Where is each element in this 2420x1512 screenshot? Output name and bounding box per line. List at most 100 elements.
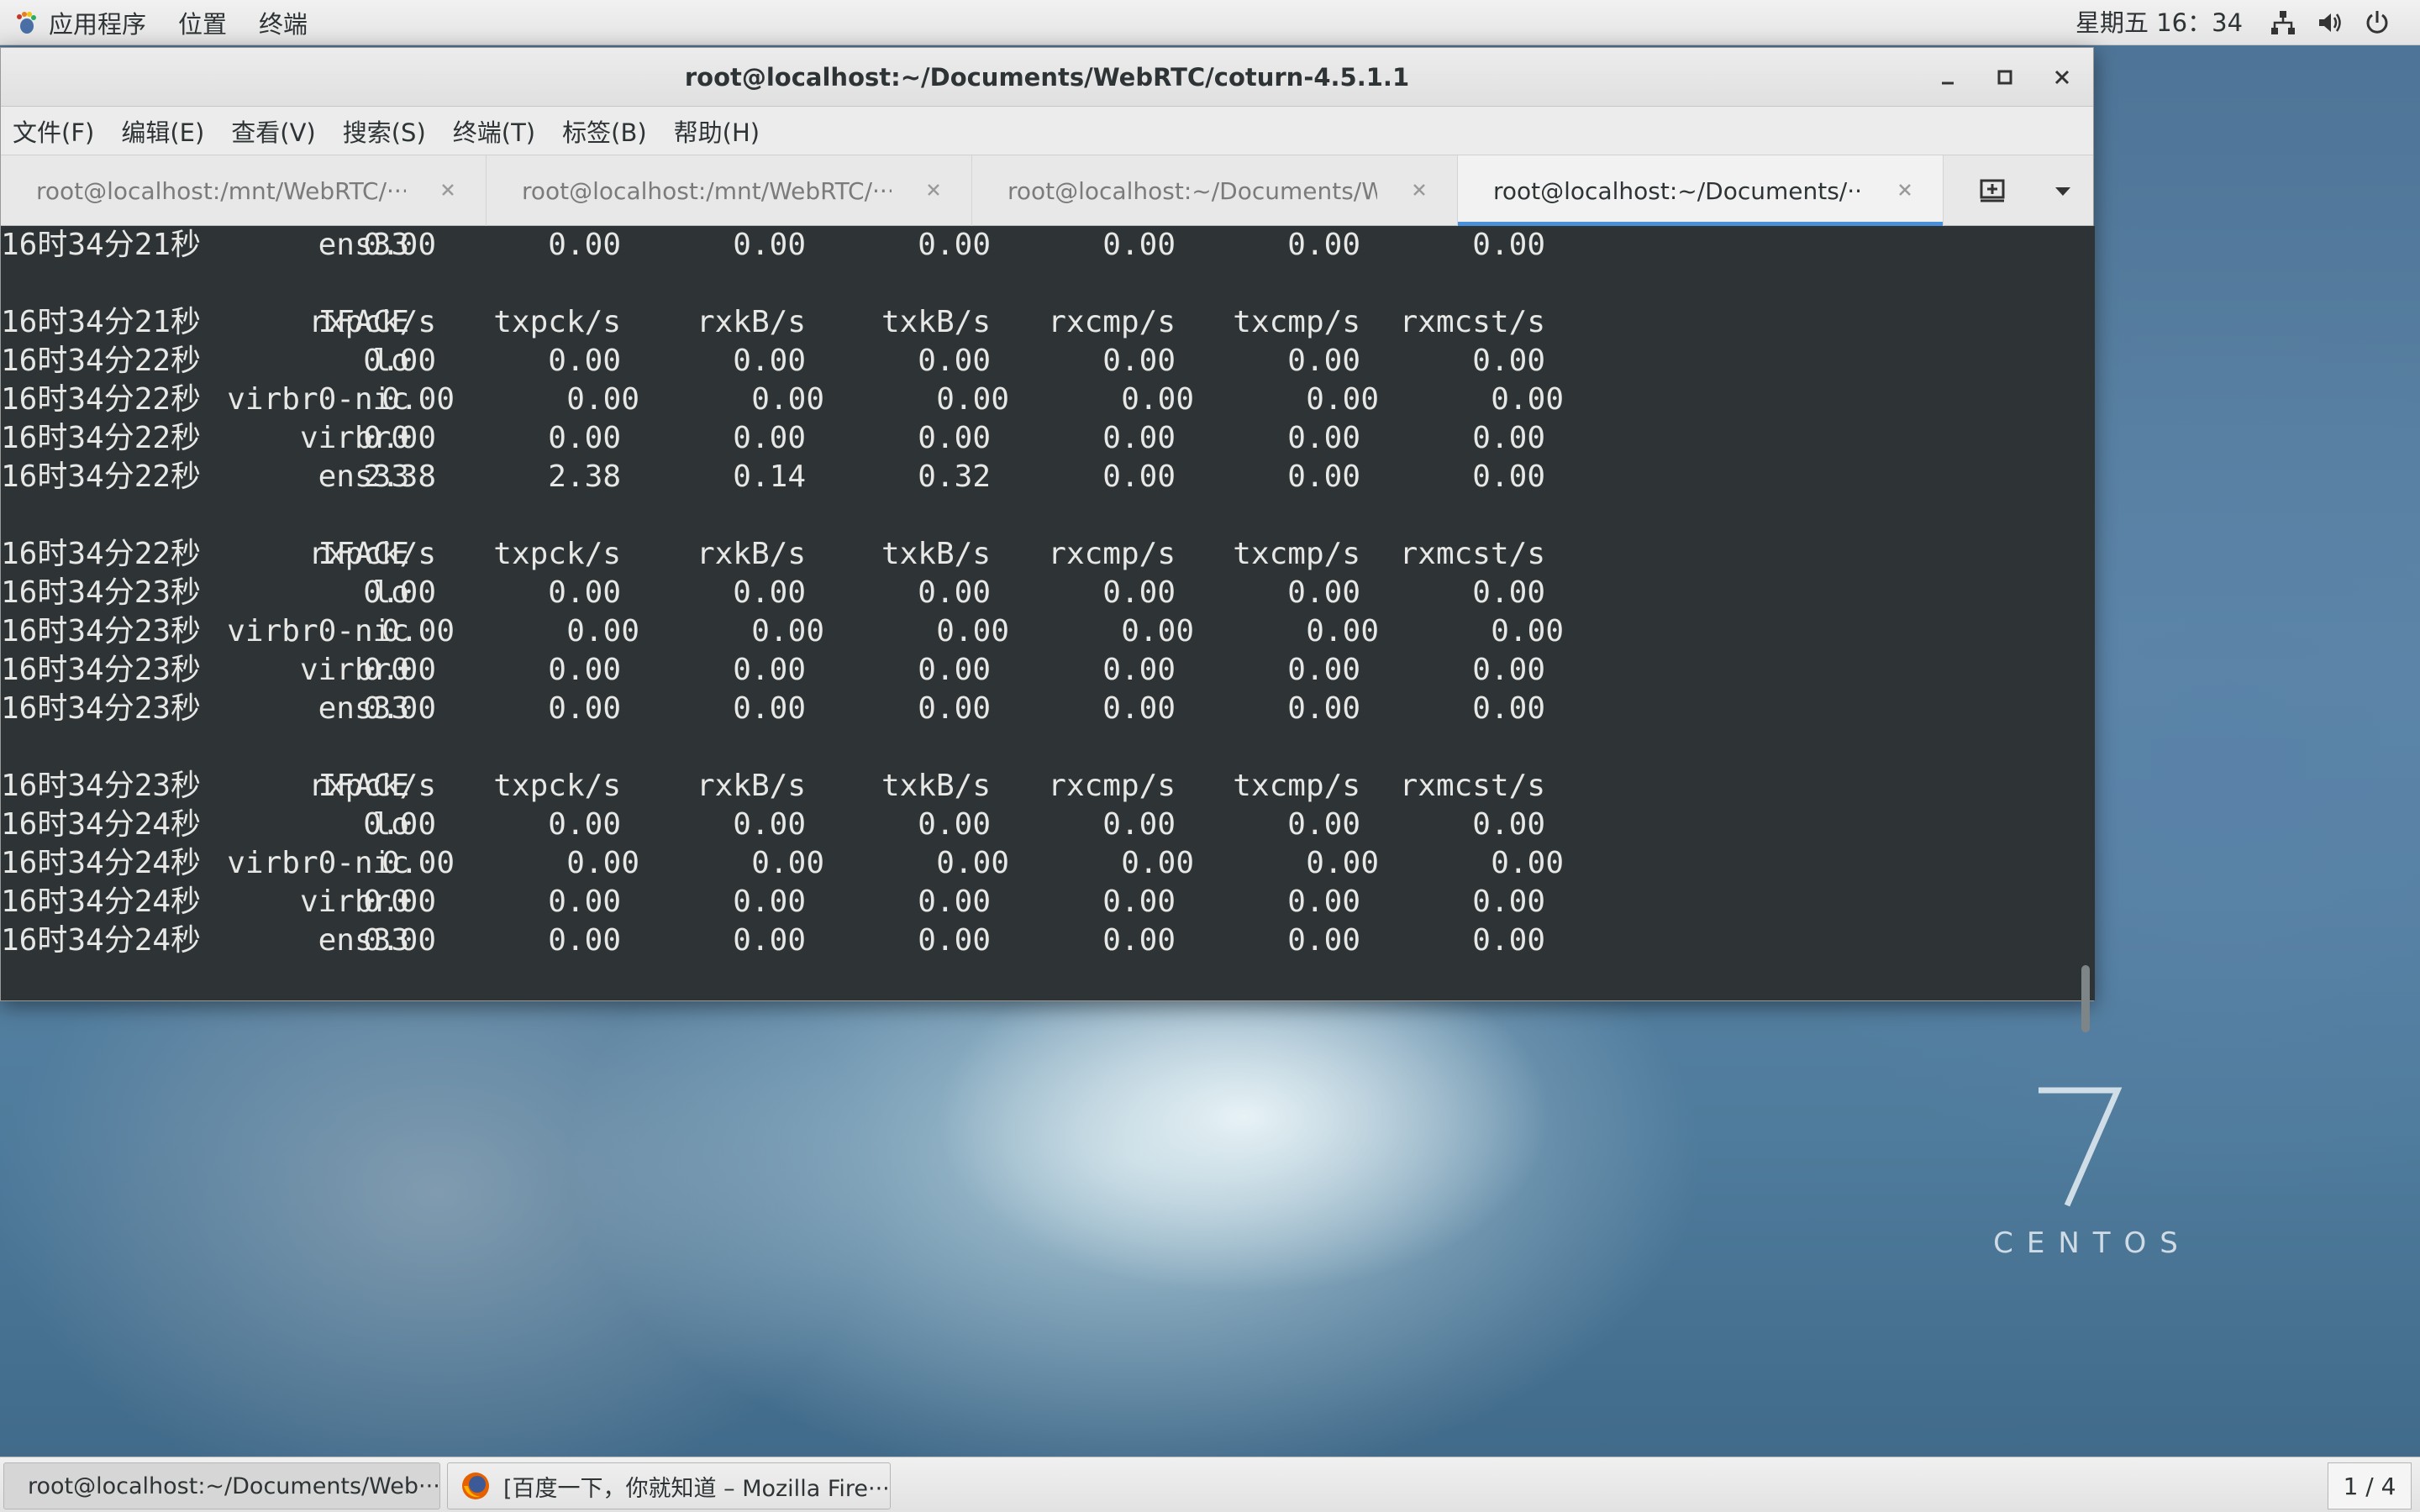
terminal-line: 16时34分22秒 lo 0.00 0.00 0.00 0.00 0.00 0.00 0.00 [1, 342, 2076, 381]
applications-menu[interactable]: 应用程序 [0, 0, 166, 45]
terminal-output[interactable]: 16时34分21秒 ens33 0.00 0.00 0.00 0.00 0.00 0.00 0.… [1, 226, 2076, 1000]
terminal-app-menu[interactable]: 终端 [247, 0, 328, 45]
menu-tabs[interactable]: 标签(B) [562, 113, 647, 149]
taskbar-item-firefox[interactable]: [百度一下，你就知道 – Mozilla Fire··· [447, 1462, 891, 1509]
value-cell: 0.00 [363, 923, 436, 958]
value-cell: 0.00 [548, 421, 621, 455]
value-cell: 0.00 [1287, 653, 1360, 687]
menu-search[interactable]: 搜索(S) [343, 113, 426, 149]
value-cell: 0.00 [918, 575, 991, 610]
value-cell: 0.00 [548, 691, 621, 726]
close-window-button[interactable] [2043, 58, 2081, 97]
value-cell: 0.00 [1472, 344, 1545, 378]
value-cell: 0.00 [751, 614, 824, 648]
workspace-switcher[interactable]: 1 / 4 [2328, 1462, 2412, 1509]
places-menu[interactable]: 位置 [166, 0, 247, 45]
tab-label: root@localhost:/mnt/WebRTC/··· [522, 176, 892, 205]
value-cell: txkB/s [881, 769, 991, 803]
terminal-line: 16时34分23秒 ens33 0.00 0.00 0.00 0.00 0.00 0.00 0.… [1, 690, 2076, 728]
value-cell: 0.00 [733, 228, 806, 262]
gnome-foot-icon [17, 11, 36, 34]
tab-close-button[interactable] [921, 177, 946, 202]
new-tab-icon[interactable] [1977, 176, 2007, 206]
value-cell: rxkB/s [696, 305, 806, 339]
timestamp-cell: 16时34分23秒 [1, 769, 202, 803]
terminal-line: 16时34分24秒 virbr0-nic 0.00 0.00 0.00 0.00 0.00 0… [1, 844, 2076, 883]
terminal-tab-2[interactable]: root@localhost:/mnt/WebRTC/··· [487, 155, 972, 226]
value-cell: txcmp/s [1233, 769, 1360, 803]
value-cell: txkB/s [881, 305, 991, 339]
chevron-down-icon[interactable] [2048, 176, 2078, 206]
volume-icon[interactable] [2316, 8, 2344, 37]
value-cell: 0.00 [381, 614, 455, 648]
value-cell: 0.00 [1102, 459, 1176, 494]
power-icon[interactable] [2363, 8, 2391, 37]
value-cell: 0.00 [733, 421, 806, 455]
menu-terminal[interactable]: 终端(T) [453, 113, 535, 149]
tab-label: root@localhost:~/Documents/W··· [1007, 176, 1377, 205]
tab-label: root@localhost:~/Documents/··· [1493, 176, 1863, 205]
value-cell: 0.00 [1102, 807, 1176, 842]
menu-view[interactable]: 查看(V) [231, 113, 315, 149]
value-cell: 0.00 [1287, 459, 1360, 494]
value-cell: 0.00 [1306, 846, 1379, 880]
value-cell: rxcmp/s [1048, 537, 1176, 571]
tab-close-button[interactable] [1407, 177, 1432, 202]
value-cell: 0.00 [1102, 575, 1176, 610]
close-icon [442, 184, 454, 196]
value-cell: 0.32 [918, 459, 991, 494]
scrollbar-thumb[interactable] [2081, 965, 2090, 1032]
value-cell: txpck/s [493, 769, 621, 803]
value-cell: 0.00 [548, 344, 621, 378]
value-cell: 0.00 [363, 807, 436, 842]
value-cell: 0.00 [1472, 653, 1545, 687]
value-cell: 0.00 [1121, 614, 1194, 648]
status-area[interactable] [2269, 0, 2391, 45]
terminal-scrollbar[interactable] [2076, 226, 2095, 1032]
value-cell: txcmp/s [1233, 305, 1360, 339]
value-cell: 0.00 [1287, 575, 1360, 610]
menu-edit[interactable]: 编辑(E) [121, 113, 204, 149]
terminal-line: 16时34分22秒 IFACE rxpck/s txpck/s rxkB/s txkB/s… [1, 535, 2076, 574]
terminal-window[interactable]: root@localhost:~/Documents/WebRTC/coturn… [0, 47, 2095, 1032]
value-cell: 0.00 [733, 923, 806, 958]
timestamp-cell: 16时34分22秒 [1, 421, 202, 455]
taskbar-item-terminal[interactable]: root@localhost:~/Documents/Web··· [3, 1462, 440, 1509]
value-cell: 2.38 [548, 459, 621, 494]
terminal-line: 16时34分23秒 lo 0.00 0.00 0.00 0.00 0.00 0.00 0.00 [1, 574, 2076, 612]
window-titlebar[interactable]: root@localhost:~/Documents/WebRTC/coturn… [1, 48, 2093, 107]
panel-clock[interactable]: 星期五 16：34 [2075, 0, 2243, 45]
tab-label: root@localhost:/mnt/WebRTC/··· [36, 176, 406, 205]
value-cell: 0.00 [363, 344, 436, 378]
terminal-app-menu-label: 终端 [259, 9, 308, 39]
minimize-button[interactable] [1928, 58, 1967, 97]
value-cell: rxpck/s [308, 769, 436, 803]
timestamp-cell: 16时34分21秒 [1, 305, 202, 339]
menu-help[interactable]: 帮助(H) [674, 113, 760, 149]
places-menu-label: 位置 [178, 9, 228, 39]
terminal-tab-1[interactable]: root@localhost:/mnt/WebRTC/··· [1, 155, 487, 226]
value-cell: rxkB/s [696, 769, 806, 803]
maximize-icon [1997, 70, 2012, 85]
value-cell: 0.00 [363, 691, 436, 726]
value-cell: 0.00 [1472, 575, 1545, 610]
terminal-tab-4[interactable]: root@localhost:~/Documents/··· [1458, 155, 1944, 226]
tab-close-button[interactable] [435, 177, 460, 202]
value-cell: 0.00 [1472, 459, 1545, 494]
maximize-button[interactable] [1986, 58, 2024, 97]
value-cell: 0.00 [918, 344, 991, 378]
value-cell: txpck/s [493, 305, 621, 339]
value-cell: 0.00 [381, 846, 455, 880]
value-cell: 0.00 [1472, 421, 1545, 455]
value-cell: 0.00 [1287, 421, 1360, 455]
value-cell: rxmcst/s [1399, 537, 1545, 571]
value-cell: txcmp/s [1233, 537, 1360, 571]
network-icon[interactable] [2269, 8, 2297, 37]
value-cell: rxcmp/s [1048, 305, 1176, 339]
value-cell: txpck/s [493, 537, 621, 571]
terminal-tab-3[interactable]: root@localhost:~/Documents/W··· [972, 155, 1458, 226]
menu-file[interactable]: 文件(F) [13, 113, 94, 149]
tab-close-button[interactable] [1892, 177, 1918, 202]
terminal-line: 16时34分23秒 virbr0 0.00 0.00 0.00 0.00 0.00 0.00 0… [1, 651, 2076, 690]
